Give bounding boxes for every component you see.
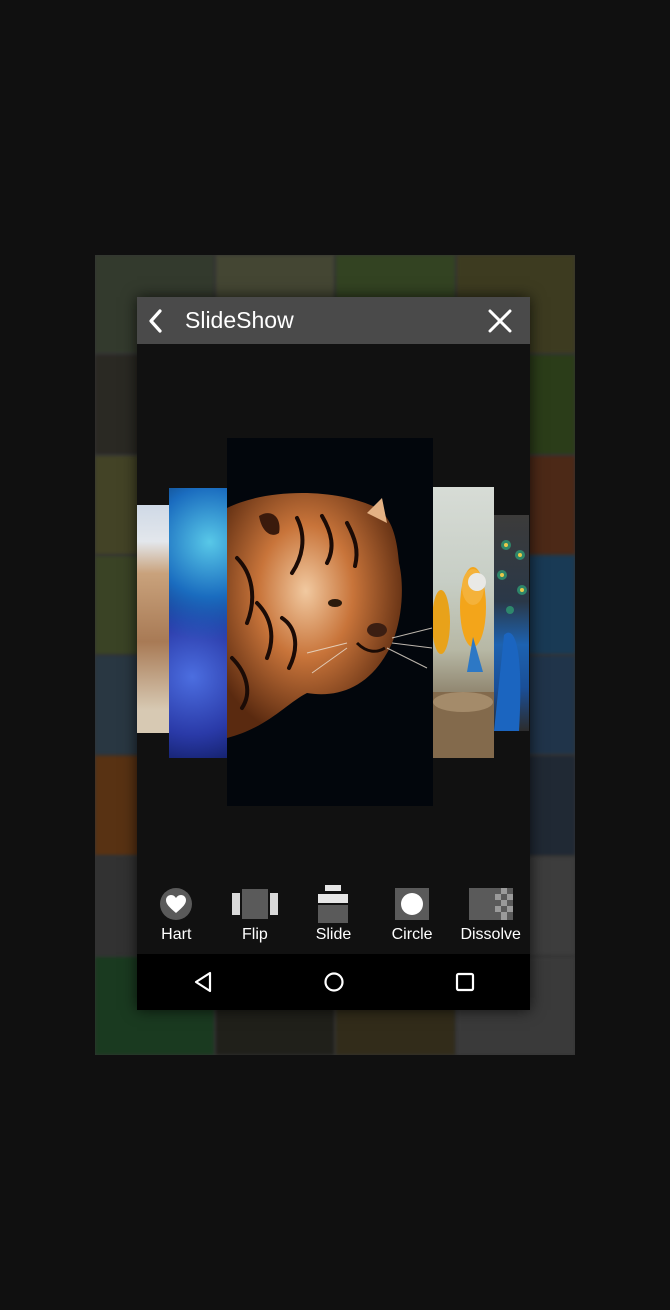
effect-slide[interactable]: Slide xyxy=(294,885,372,944)
effect-hart[interactable]: Hart xyxy=(137,887,215,944)
close-button[interactable] xyxy=(470,297,530,344)
app-bar: SlideShow xyxy=(137,297,530,344)
nav-home-button[interactable] xyxy=(304,954,364,1010)
photo-card-deer[interactable] xyxy=(137,505,169,733)
effect-circle[interactable]: Circle xyxy=(373,887,451,944)
nav-back-button[interactable] xyxy=(173,954,233,1010)
effect-dissolve[interactable]: Dissolve xyxy=(452,887,530,944)
back-triangle-icon xyxy=(194,971,211,993)
effect-label: Flip xyxy=(242,926,268,943)
effect-label: Hart xyxy=(161,926,192,943)
photo-card-peacock[interactable] xyxy=(494,515,529,731)
effect-label: Circle xyxy=(391,926,433,943)
chevron-left-icon xyxy=(149,308,162,333)
nav-recents-button[interactable] xyxy=(435,954,495,1010)
home-circle-icon xyxy=(323,972,344,992)
dissolve-icon xyxy=(468,888,513,920)
effect-flip[interactable]: Flip xyxy=(216,887,294,944)
page-title: SlideShow xyxy=(185,307,294,333)
back-button[interactable] xyxy=(137,297,175,344)
parrots-photo xyxy=(433,567,494,758)
photo-card-parrots[interactable] xyxy=(433,487,494,758)
recents-square-icon xyxy=(455,972,474,992)
system-nav-bar xyxy=(137,954,530,1010)
peacock-photo xyxy=(494,540,527,731)
close-icon xyxy=(488,309,512,332)
effects-toolbar: Hart Flip Slide Circle Dissolve xyxy=(137,885,530,955)
effect-label: Slide xyxy=(315,926,352,943)
circle-icon xyxy=(395,888,430,920)
heart-icon xyxy=(160,888,193,920)
tiger-photo xyxy=(227,438,433,806)
slide-icon xyxy=(318,885,349,923)
photo-card-bokeh[interactable] xyxy=(169,488,227,758)
flip-icon xyxy=(231,889,278,919)
photo-card-tiger[interactable] xyxy=(227,438,433,806)
effect-label: Dissolve xyxy=(460,926,521,943)
slideshow-screen: SlideShow Hart Flip Slide Circle Dissolv… xyxy=(137,297,530,1010)
